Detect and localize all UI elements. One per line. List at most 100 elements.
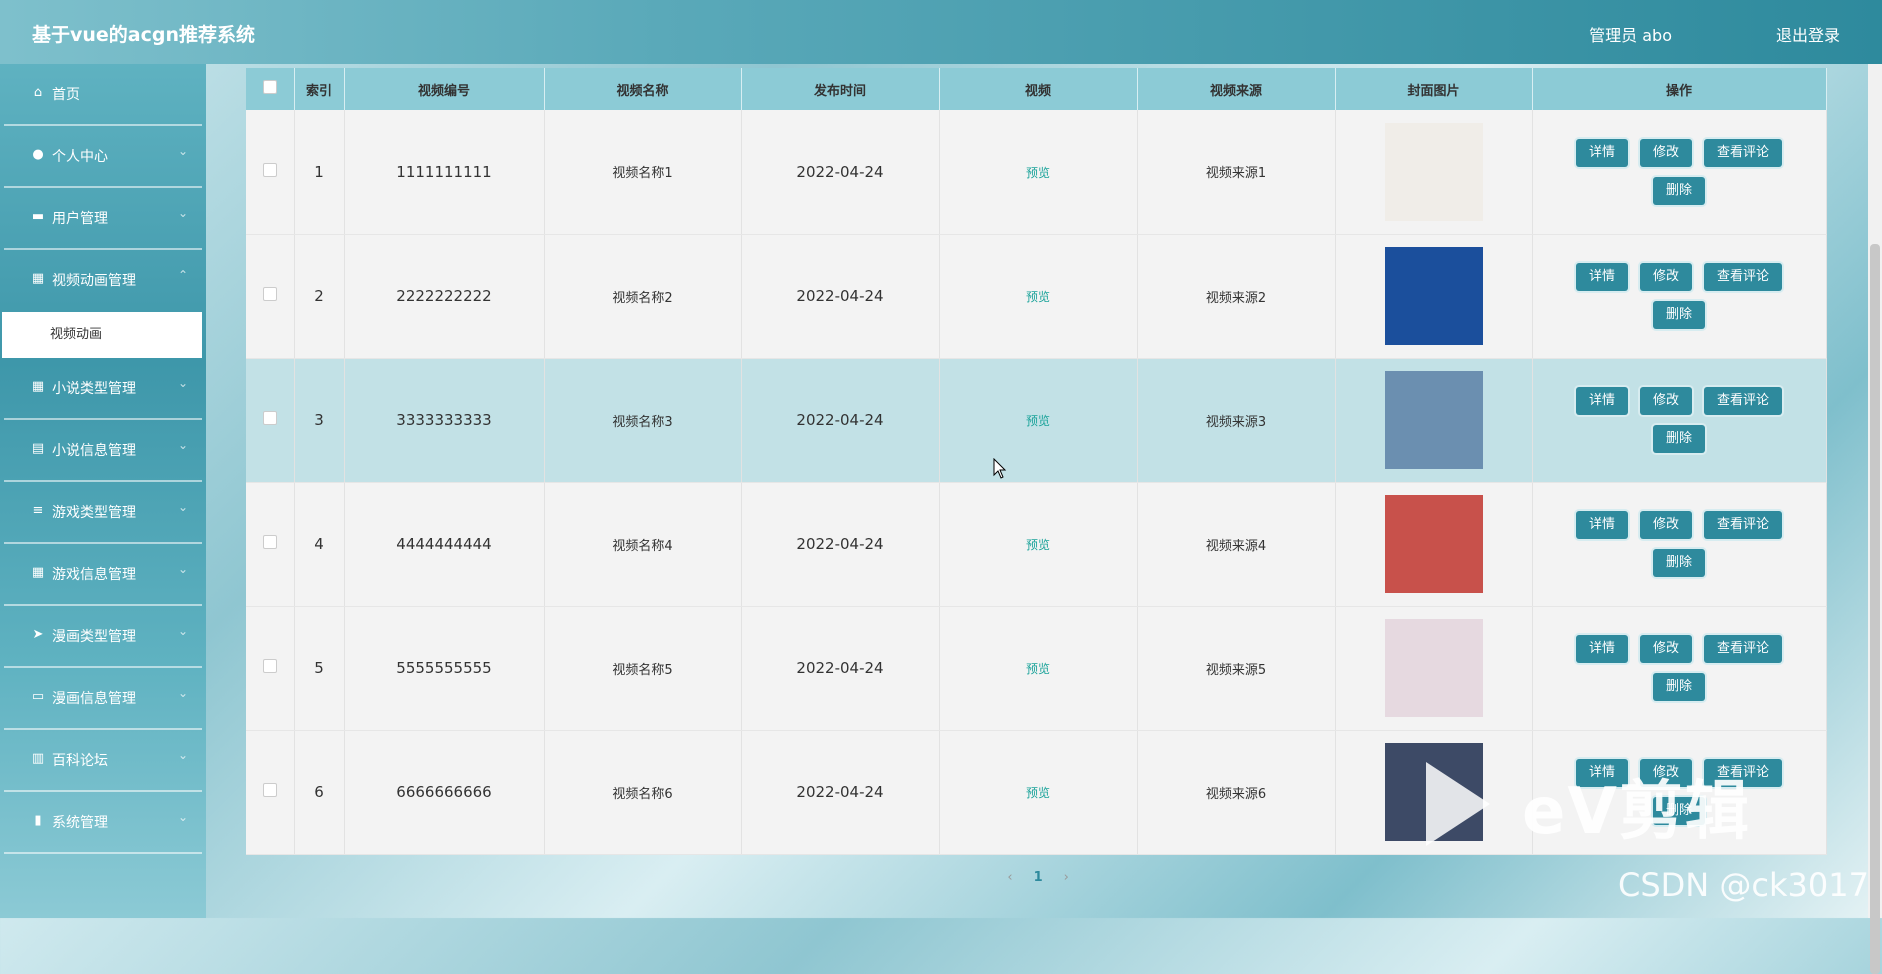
cover-image[interactable] bbox=[1384, 495, 1483, 593]
preview-link[interactable]: 预览 bbox=[1026, 166, 1050, 180]
grid-icon: ▦ bbox=[31, 379, 45, 394]
cover-image[interactable] bbox=[1384, 247, 1483, 345]
row-select-cell[interactable] bbox=[246, 730, 295, 855]
publish-date: 2022-04-24 bbox=[741, 482, 940, 607]
publish-date: 2022-04-24 bbox=[741, 358, 940, 483]
cover-image[interactable] bbox=[1384, 122, 1483, 221]
actions-cell: 详情 修改 查看评论 删除 bbox=[1532, 358, 1827, 483]
select-all-checkbox[interactable] bbox=[262, 80, 277, 94]
view-comments-button[interactable]: 查看评论 bbox=[1704, 263, 1783, 291]
detail-button[interactable]: 详情 bbox=[1575, 635, 1628, 663]
video-name: 视频名称2 bbox=[544, 234, 742, 359]
delete-button[interactable]: 删除 bbox=[1652, 425, 1705, 453]
sidebar-item-label: 游戏信息管理 bbox=[52, 567, 136, 583]
publish-date: 2022-04-24 bbox=[741, 730, 940, 855]
view-comments-button[interactable]: 查看评论 bbox=[1704, 387, 1783, 415]
preview-link[interactable]: 预览 bbox=[1026, 290, 1050, 304]
bar-chart-icon: ▮ bbox=[34, 813, 42, 828]
preview-link[interactable]: 预览 bbox=[1026, 662, 1050, 676]
table-row[interactable]: 2 2222222222 视频名称2 2022-04-24 预览 视频来源2 详… bbox=[246, 234, 1827, 359]
detail-button[interactable]: 详情 bbox=[1575, 511, 1628, 539]
row-checkbox[interactable] bbox=[262, 287, 277, 301]
detail-button[interactable]: 详情 bbox=[1575, 387, 1628, 415]
prev-page-button[interactable]: ‹ bbox=[998, 870, 1022, 885]
row-index: 3 bbox=[294, 358, 345, 483]
delete-button[interactable]: 删除 bbox=[1652, 673, 1705, 701]
detail-button[interactable]: 详情 bbox=[1575, 138, 1628, 167]
current-page[interactable]: 1 bbox=[1026, 870, 1050, 885]
sidebar-item-comic-info-management[interactable]: ▭ 漫画信息管理 ⌄ bbox=[4, 668, 202, 730]
table-row[interactable]: 4 4444444444 视频名称4 2022-04-24 预览 视频来源4 详… bbox=[246, 482, 1827, 607]
delete-button[interactable]: 删除 bbox=[1652, 301, 1705, 329]
row-select-cell[interactable] bbox=[246, 110, 295, 235]
sidebar: ⌂ 首页 ● 个人中心 ⌄ ▬ 用户管理 ⌄ ▦ 视频动画管理 ⌃ 视频动画 ▦… bbox=[0, 64, 206, 918]
sidebar-item-system-management[interactable]: ▮ 系统管理 ⌄ bbox=[4, 792, 202, 854]
row-checkbox[interactable] bbox=[262, 535, 277, 549]
row-select-cell[interactable] bbox=[246, 606, 295, 731]
edit-button[interactable]: 修改 bbox=[1639, 263, 1692, 291]
view-comments-button[interactable]: 查看评论 bbox=[1704, 511, 1783, 539]
sidebar-item-game-type-management[interactable]: ≡ 游戏类型管理 ⌄ bbox=[4, 482, 202, 544]
edit-button[interactable]: 修改 bbox=[1639, 511, 1692, 539]
sidebar-item-personal-center[interactable]: ● 个人中心 ⌄ bbox=[4, 126, 202, 188]
scrollbar-thumb[interactable] bbox=[1870, 244, 1880, 974]
video-name: 视频名称4 bbox=[544, 482, 742, 607]
cover-image[interactable] bbox=[1384, 619, 1483, 717]
table-row[interactable]: 1 1111111111 视频名称1 2022-04-24 预览 视频来源1 详… bbox=[246, 110, 1827, 235]
row-checkbox[interactable] bbox=[262, 162, 277, 177]
preview-link[interactable]: 预览 bbox=[1026, 538, 1050, 552]
video-code: 4444444444 bbox=[344, 482, 545, 607]
delete-button[interactable]: 删除 bbox=[1652, 549, 1705, 577]
select-all-header[interactable] bbox=[246, 68, 295, 110]
sidebar-subitem-video[interactable]: 视频动画 bbox=[2, 312, 202, 358]
sidebar-item-video-management[interactable]: ▦ 视频动画管理 ⌃ bbox=[4, 250, 202, 310]
actions-cell: 详情 修改 查看评论 删除 bbox=[1532, 606, 1827, 731]
sidebar-item-user-management[interactable]: ▬ 用户管理 ⌄ bbox=[4, 188, 202, 250]
logout-link[interactable]: 退出登录 bbox=[1776, 22, 1840, 46]
chevron-down-icon: ⌄ bbox=[177, 624, 188, 638]
row-checkbox[interactable] bbox=[262, 411, 277, 425]
preview-link[interactable]: 预览 bbox=[1026, 414, 1050, 428]
edit-button[interactable]: 修改 bbox=[1639, 387, 1692, 415]
scrollbar-track[interactable] bbox=[1868, 64, 1882, 974]
sidebar-item-novel-type-management[interactable]: ▦ 小说类型管理 ⌄ bbox=[4, 358, 202, 420]
sidebar-item-home[interactable]: ⌂ 首页 bbox=[4, 64, 202, 126]
delete-button[interactable]: 删除 bbox=[1652, 176, 1705, 205]
table-row[interactable]: 5 5555555555 视频名称5 2022-04-24 预览 视频来源5 详… bbox=[246, 606, 1827, 731]
row-checkbox[interactable] bbox=[262, 783, 277, 797]
table-row[interactable]: 3 3333333333 视频名称3 2022-04-24 预览 视频来源3 详… bbox=[246, 358, 1827, 483]
video-table: 索引 视频编号 视频名称 发布时间 视频 视频来源 封面图片 操作 1 1111… bbox=[246, 68, 1827, 855]
edit-button[interactable]: 修改 bbox=[1639, 635, 1692, 663]
sidebar-item-comic-type-management[interactable]: ➤ 漫画类型管理 ⌄ bbox=[4, 606, 202, 668]
chevron-up-icon: ⌃ bbox=[177, 268, 188, 282]
row-index: 5 bbox=[294, 606, 345, 731]
cover-cell bbox=[1335, 358, 1533, 483]
edit-button[interactable]: 修改 bbox=[1639, 138, 1692, 167]
row-index: 6 bbox=[294, 730, 345, 855]
row-select-cell[interactable] bbox=[246, 234, 295, 359]
sidebar-item-wiki-forum[interactable]: ▥ 百科论坛 ⌄ bbox=[4, 730, 202, 792]
cover-image[interactable] bbox=[1384, 371, 1483, 469]
sidebar-item-game-info-management[interactable]: ▦ 游戏信息管理 ⌄ bbox=[4, 544, 202, 606]
row-select-cell[interactable] bbox=[246, 482, 295, 607]
video-source: 视频来源6 bbox=[1137, 730, 1336, 855]
video-source: 视频来源5 bbox=[1137, 606, 1336, 731]
column-header: 操作 bbox=[1532, 68, 1827, 110]
row-select-cell[interactable] bbox=[246, 358, 295, 483]
row-checkbox[interactable] bbox=[262, 659, 277, 673]
column-header: 封面图片 bbox=[1335, 68, 1533, 110]
actions-cell: 详情 修改 查看评论 删除 bbox=[1532, 482, 1827, 607]
column-header: 视频来源 bbox=[1137, 68, 1336, 110]
next-page-button[interactable]: › bbox=[1054, 870, 1078, 885]
send-icon: ➤ bbox=[32, 627, 44, 642]
csdn-watermark: CSDN @ck3017 bbox=[1618, 866, 1869, 904]
video-name: 视频名称1 bbox=[544, 110, 742, 235]
detail-button[interactable]: 详情 bbox=[1575, 263, 1628, 291]
sidebar-item-novel-info-management[interactable]: ▤ 小说信息管理 ⌄ bbox=[4, 420, 202, 482]
sidebar-item-label: 视频动画管理 bbox=[52, 273, 136, 289]
grid-icon: ▦ bbox=[31, 565, 45, 580]
view-comments-button[interactable]: 查看评论 bbox=[1704, 635, 1783, 663]
view-comments-button[interactable]: 查看评论 bbox=[1704, 138, 1783, 167]
preview-link[interactable]: 预览 bbox=[1026, 786, 1050, 800]
chevron-down-icon: ⌄ bbox=[177, 376, 188, 390]
